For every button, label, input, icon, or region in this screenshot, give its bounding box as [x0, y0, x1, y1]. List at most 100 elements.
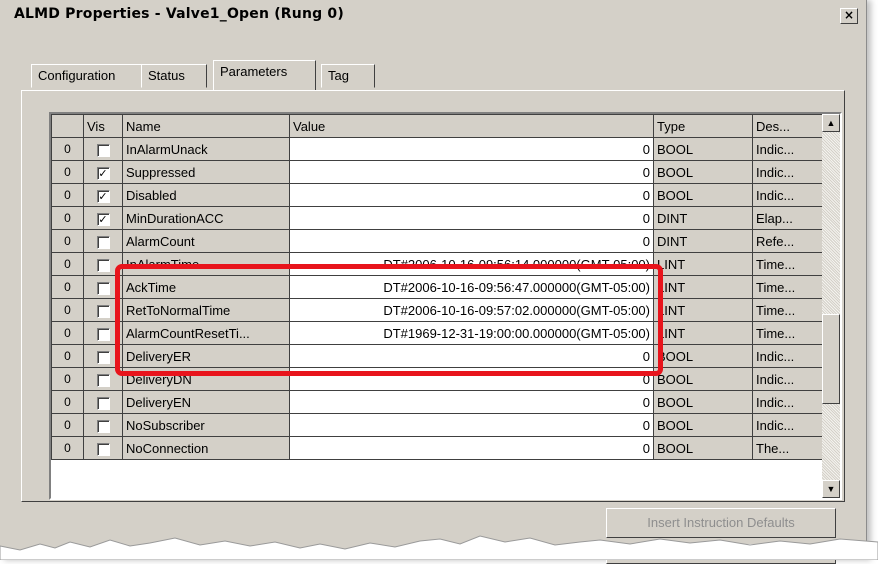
- table-row[interactable]: 0 InAlarmUnack 0 BOOL Indic...: [51, 137, 823, 161]
- scroll-up-arrow-icon[interactable]: ▲: [822, 114, 840, 132]
- tab-status[interactable]: Status: [141, 64, 207, 88]
- row-index-cell: 0: [51, 367, 84, 391]
- type-cell: LINT: [653, 321, 753, 345]
- vis-checkbox[interactable]: [96, 258, 110, 272]
- description-cell: Refe...: [752, 229, 823, 253]
- table-row[interactable]: 0 AlarmCount 0 DINT Refe...: [51, 229, 823, 253]
- description-cell: Elap...: [752, 206, 823, 230]
- table-row[interactable]: 0 DeliveryEN 0 BOOL Indic...: [51, 390, 823, 414]
- highlight-box: [115, 264, 663, 376]
- vis-checkbox[interactable]: [96, 143, 110, 157]
- header-col-description[interactable]: Des...: [752, 114, 823, 138]
- description-cell: Time...: [752, 275, 823, 299]
- row-index-cell: 0: [51, 298, 84, 322]
- description-cell: Indic...: [752, 137, 823, 161]
- tab-configuration[interactable]: Configuration: [31, 64, 142, 88]
- value-cell[interactable]: 0: [289, 413, 654, 437]
- header-row: Vis Name Value Type Des...: [51, 114, 823, 138]
- value-cell[interactable]: 0: [289, 137, 654, 161]
- table-row[interactable]: 0 NoSubscriber 0 BOOL Indic...: [51, 413, 823, 437]
- name-cell: Disabled: [122, 183, 290, 207]
- value-cell[interactable]: 0: [289, 390, 654, 414]
- type-cell: BOOL: [653, 390, 753, 414]
- type-cell: BOOL: [653, 137, 753, 161]
- table-row[interactable]: 0 NoConnection 0 BOOL The...: [51, 436, 823, 460]
- description-cell: Indic...: [752, 413, 823, 437]
- type-cell: LINT: [653, 275, 753, 299]
- vis-checkbox[interactable]: [96, 304, 110, 318]
- tab-parameters[interactable]: Parameters: [213, 60, 316, 90]
- row-index-cell: 0: [51, 321, 84, 345]
- row-index-cell: 0: [51, 275, 84, 299]
- vis-checkbox[interactable]: [96, 373, 110, 387]
- close-button[interactable]: ×: [840, 8, 858, 24]
- vis-checkbox[interactable]: ✓: [96, 166, 110, 180]
- name-cell: InAlarmUnack: [122, 137, 290, 161]
- name-cell: MinDurationACC: [122, 206, 290, 230]
- name-cell: Suppressed: [122, 160, 290, 184]
- vis-checkbox[interactable]: [96, 327, 110, 341]
- value-cell[interactable]: 0: [289, 206, 654, 230]
- visibility-checkbox-cell[interactable]: [83, 229, 123, 253]
- visibility-checkbox-cell[interactable]: [83, 390, 123, 414]
- row-index-cell: 0: [51, 206, 84, 230]
- row-index-cell: 0: [51, 344, 84, 368]
- row-index-cell: 0: [51, 160, 84, 184]
- tab-tag[interactable]: Tag: [321, 64, 375, 88]
- row-index-cell: 0: [51, 229, 84, 253]
- table-row[interactable]: 0 ✓ MinDurationACC 0 DINT Elap...: [51, 206, 823, 230]
- properties-dialog: ALMD Properties - Valve1_Open (Rung 0) ×…: [0, 0, 867, 564]
- visibility-checkbox-cell[interactable]: ✓: [83, 160, 123, 184]
- type-cell: BOOL: [653, 413, 753, 437]
- scroll-down-arrow-icon[interactable]: ▼: [822, 480, 840, 498]
- header-col-vis[interactable]: Vis: [83, 114, 123, 138]
- type-cell: BOOL: [653, 436, 753, 460]
- row-index-cell: 0: [51, 137, 84, 161]
- name-cell: NoConnection: [122, 436, 290, 460]
- vis-checkbox[interactable]: [96, 442, 110, 456]
- visibility-checkbox-cell[interactable]: ✓: [83, 183, 123, 207]
- header-col-value[interactable]: Value: [289, 114, 654, 138]
- header-col-type[interactable]: Type: [653, 114, 753, 138]
- description-cell: Time...: [752, 298, 823, 322]
- visibility-checkbox-cell[interactable]: [83, 413, 123, 437]
- row-index-cell: 0: [51, 436, 84, 460]
- scrollbar-thumb[interactable]: [822, 314, 840, 404]
- type-cell: LINT: [653, 298, 753, 322]
- description-cell: Indic...: [752, 344, 823, 368]
- description-cell: Indic...: [752, 390, 823, 414]
- value-cell[interactable]: 0: [289, 160, 654, 184]
- visibility-checkbox-cell[interactable]: [83, 137, 123, 161]
- type-cell: BOOL: [653, 183, 753, 207]
- visibility-checkbox-cell[interactable]: [83, 436, 123, 460]
- torn-edge: [0, 535, 878, 560]
- value-cell[interactable]: 0: [289, 436, 654, 460]
- name-cell: DeliveryEN: [122, 390, 290, 414]
- title-bar: ALMD Properties - Valve1_Open (Rung 0) ×: [4, 2, 862, 28]
- type-cell: DINT: [653, 206, 753, 230]
- vis-checkbox[interactable]: ✓: [96, 189, 110, 203]
- description-cell: Indic...: [752, 367, 823, 391]
- header-col-index: [51, 114, 84, 138]
- vertical-scrollbar[interactable]: ▲ ▼: [822, 114, 840, 498]
- table-row[interactable]: 0 ✓ Disabled 0 BOOL Indic...: [51, 183, 823, 207]
- value-cell[interactable]: 0: [289, 229, 654, 253]
- row-index-cell: 0: [51, 252, 84, 276]
- row-index-cell: 0: [51, 413, 84, 437]
- vis-checkbox[interactable]: [96, 396, 110, 410]
- visibility-checkbox-cell[interactable]: ✓: [83, 206, 123, 230]
- vis-checkbox[interactable]: [96, 281, 110, 295]
- header-col-name[interactable]: Name: [122, 114, 290, 138]
- description-cell: Indic...: [752, 183, 823, 207]
- vis-checkbox[interactable]: [96, 419, 110, 433]
- vis-checkbox[interactable]: ✓: [96, 212, 110, 226]
- type-cell: BOOL: [653, 344, 753, 368]
- value-cell[interactable]: 0: [289, 183, 654, 207]
- type-cell: LINT: [653, 252, 753, 276]
- vis-checkbox[interactable]: [96, 235, 110, 249]
- description-cell: Time...: [752, 321, 823, 345]
- vis-checkbox[interactable]: [96, 350, 110, 364]
- row-index-cell: 0: [51, 183, 84, 207]
- description-cell: The...: [752, 436, 823, 460]
- table-row[interactable]: 0 ✓ Suppressed 0 BOOL Indic...: [51, 160, 823, 184]
